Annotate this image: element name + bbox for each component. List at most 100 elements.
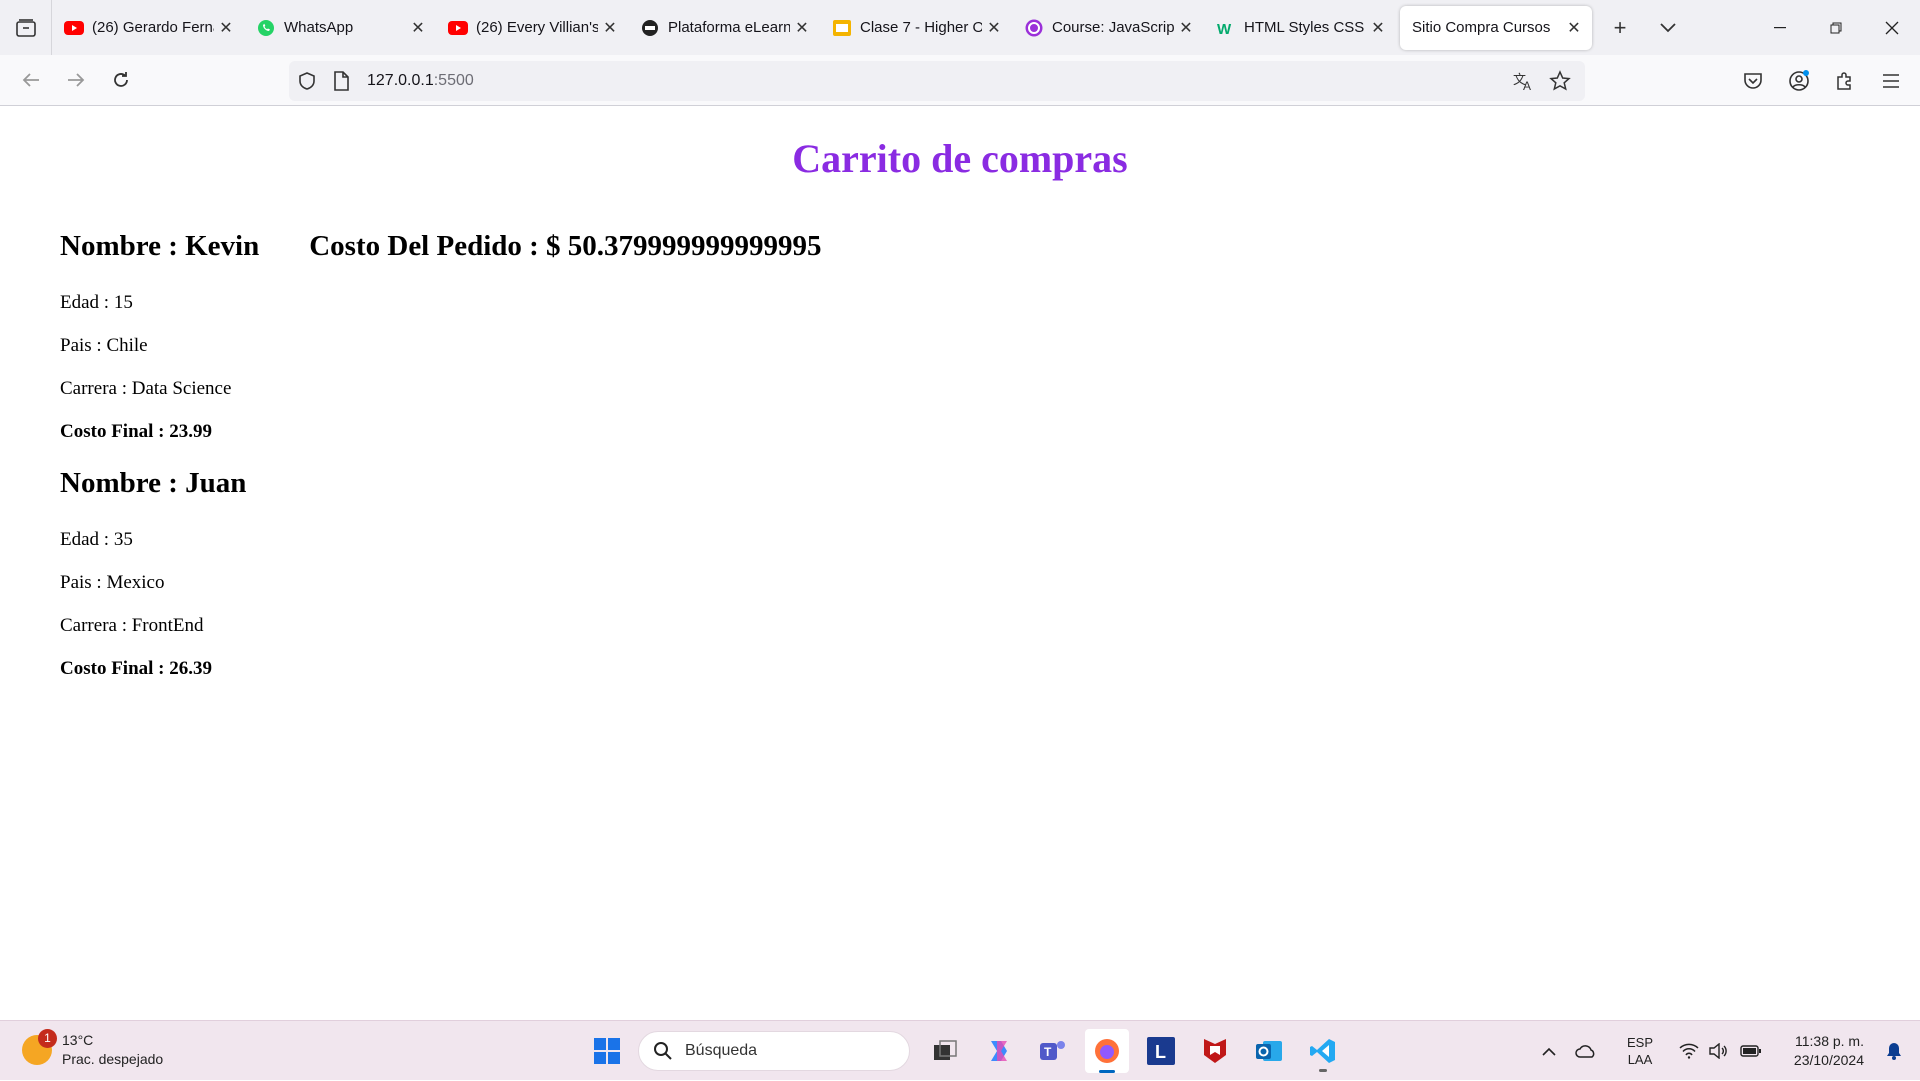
page-content: Carrito de compras Nombre : Kevin Costo … (0, 106, 1920, 1020)
close-icon[interactable]: ✕ (794, 18, 810, 38)
user-age: Edad : 15 (60, 292, 133, 313)
tab-title: Course: JavaScript (1052, 19, 1174, 36)
account-icon (1789, 69, 1809, 91)
minimize-button[interactable] (1752, 0, 1808, 55)
close-icon[interactable]: ✕ (602, 18, 618, 38)
whatsapp-icon (256, 18, 276, 38)
vscode-button[interactable] (1301, 1029, 1345, 1073)
bell-icon (1887, 1043, 1901, 1060)
tab-title: Plataforma eLearning (668, 19, 790, 36)
task-view-icon (934, 1040, 957, 1060)
outlook-button[interactable] (1247, 1029, 1291, 1073)
tab-title: WhatsApp (284, 19, 354, 36)
forward-button[interactable] (53, 60, 98, 100)
show-hidden-icons-button[interactable] (1532, 1047, 1566, 1056)
user-header-kevin: Nombre : Kevin Costo Del Pedido : $ 50.3… (60, 230, 822, 263)
course-icon (1024, 18, 1044, 38)
url-bar[interactable]: 127.0.0.1:5500 文A (289, 61, 1585, 101)
search-icon (654, 1042, 672, 1060)
order-total: Costo Del Pedido : $ 50.379999999999995 (309, 230, 822, 262)
task-view-button[interactable] (923, 1029, 967, 1073)
close-icon[interactable]: ✕ (218, 18, 234, 38)
chevron-down-icon (1660, 22, 1676, 32)
close-icon[interactable]: ✕ (1566, 18, 1582, 38)
pocket-button[interactable] (1730, 61, 1776, 101)
tab-title: Sitio Compra Cursos (1412, 19, 1551, 36)
svg-text:T: T (1044, 1045, 1052, 1059)
system-tray: ESP LAA 11:38 p. m. 23/10/2024 (1532, 1021, 1920, 1081)
url-port: :5500 (433, 72, 474, 89)
youtube-icon (448, 18, 468, 38)
tab-youtube-villian[interactable]: (26) Every Villian's ✕ (436, 6, 628, 50)
tab-sitio-compra-cursos[interactable]: Sitio Compra Cursos ✕ (1400, 5, 1592, 50)
close-window-button[interactable] (1864, 0, 1920, 55)
user-career: Carrera : Data Science (60, 378, 232, 399)
app-l-button[interactable]: L (1139, 1029, 1183, 1073)
elearning-icon (640, 18, 660, 38)
copilot-icon (991, 1041, 1007, 1061)
weather-icon: 1 (22, 1029, 57, 1065)
weather-widget[interactable]: 1 13°C Prac. despejado (22, 1029, 163, 1069)
page-icon[interactable] (333, 71, 349, 96)
extensions-button[interactable] (1822, 61, 1868, 101)
translate-icon[interactable]: 文A (1513, 70, 1535, 97)
mcafee-button[interactable] (1193, 1029, 1237, 1073)
pocket-icon (1744, 72, 1762, 89)
user-career: Carrera : FrontEnd (60, 615, 204, 636)
firefox-icon (1095, 1039, 1119, 1063)
clock-date: 23/10/2024 (1793, 1052, 1864, 1068)
account-button[interactable] (1776, 61, 1822, 101)
tab-clase7[interactable]: Clase 7 - Higher Order ✕ (820, 6, 1012, 50)
tab-whatsapp[interactable]: WhatsApp ✕ (244, 6, 436, 50)
tab-bar: (26) Gerardo Fernández ✕ WhatsApp ✕ (26)… (0, 0, 1920, 55)
restore-button[interactable] (1808, 0, 1864, 55)
back-button[interactable] (8, 60, 53, 100)
list-all-tabs-button[interactable] (1644, 6, 1692, 50)
tab-html-styles[interactable]: W HTML Styles CSS ✕ (1204, 6, 1396, 50)
taskbar-apps: Búsqueda T L (580, 1029, 1350, 1073)
user-header-juan: Nombre : Juan (60, 467, 246, 500)
menu-button[interactable] (1868, 61, 1914, 101)
url-text[interactable]: 127.0.0.1:5500 (367, 72, 474, 90)
youtube-icon (64, 18, 84, 38)
clock-time: 11:38 p. m. (1794, 1033, 1864, 1049)
puzzle-icon (1837, 71, 1851, 90)
firefox-button[interactable] (1085, 1029, 1129, 1073)
teams-button[interactable]: T (1031, 1029, 1075, 1073)
close-icon[interactable]: ✕ (986, 18, 1002, 38)
user-final-cost: Costo Final : 23.99 (60, 421, 212, 442)
wifi-button[interactable] (1674, 1043, 1704, 1059)
tab-title: HTML Styles CSS (1244, 19, 1365, 36)
l-app-icon: L (1147, 1037, 1175, 1065)
nav-bar: 127.0.0.1:5500 文A (0, 55, 1920, 106)
language-indicator[interactable]: ESP LAA (1618, 1034, 1662, 1068)
tab-list-button[interactable] (0, 0, 52, 55)
taskbar-search[interactable]: Búsqueda (638, 1031, 910, 1071)
reload-button[interactable] (98, 60, 143, 100)
close-icon[interactable]: ✕ (1178, 18, 1194, 38)
onedrive-button[interactable] (1566, 1043, 1606, 1059)
search-placeholder: Búsqueda (685, 1042, 758, 1059)
shield-icon[interactable] (297, 71, 317, 96)
new-tab-button[interactable]: + (1596, 6, 1644, 50)
window-controls (1752, 0, 1920, 55)
volume-button[interactable] (1704, 1043, 1734, 1059)
notifications-button[interactable] (1882, 1042, 1906, 1060)
clock[interactable]: 11:38 p. m. 23/10/2024 (1768, 1032, 1864, 1070)
copilot-button[interactable] (977, 1029, 1021, 1073)
svg-text:L: L (1155, 1042, 1166, 1062)
tab-title: Clase 7 - Higher Order (860, 19, 982, 36)
tab-course-javascript[interactable]: Course: JavaScript ✕ (1012, 6, 1204, 50)
cloud-icon (1575, 1045, 1595, 1058)
battery-icon (1740, 1045, 1761, 1057)
close-icon[interactable]: ✕ (1370, 18, 1386, 38)
close-icon[interactable]: ✕ (410, 18, 426, 38)
start-button[interactable] (585, 1029, 629, 1073)
bookmark-star-icon[interactable] (1549, 70, 1571, 97)
battery-button[interactable] (1734, 1045, 1768, 1057)
speaker-icon (1709, 1043, 1727, 1059)
lang-top: ESP (1626, 1035, 1653, 1050)
tab-youtube-gerardo[interactable]: (26) Gerardo Fernández ✕ (52, 6, 244, 50)
url-host: 127.0.0.1 (367, 72, 434, 89)
tab-elearning[interactable]: Plataforma eLearning ✕ (628, 6, 820, 50)
